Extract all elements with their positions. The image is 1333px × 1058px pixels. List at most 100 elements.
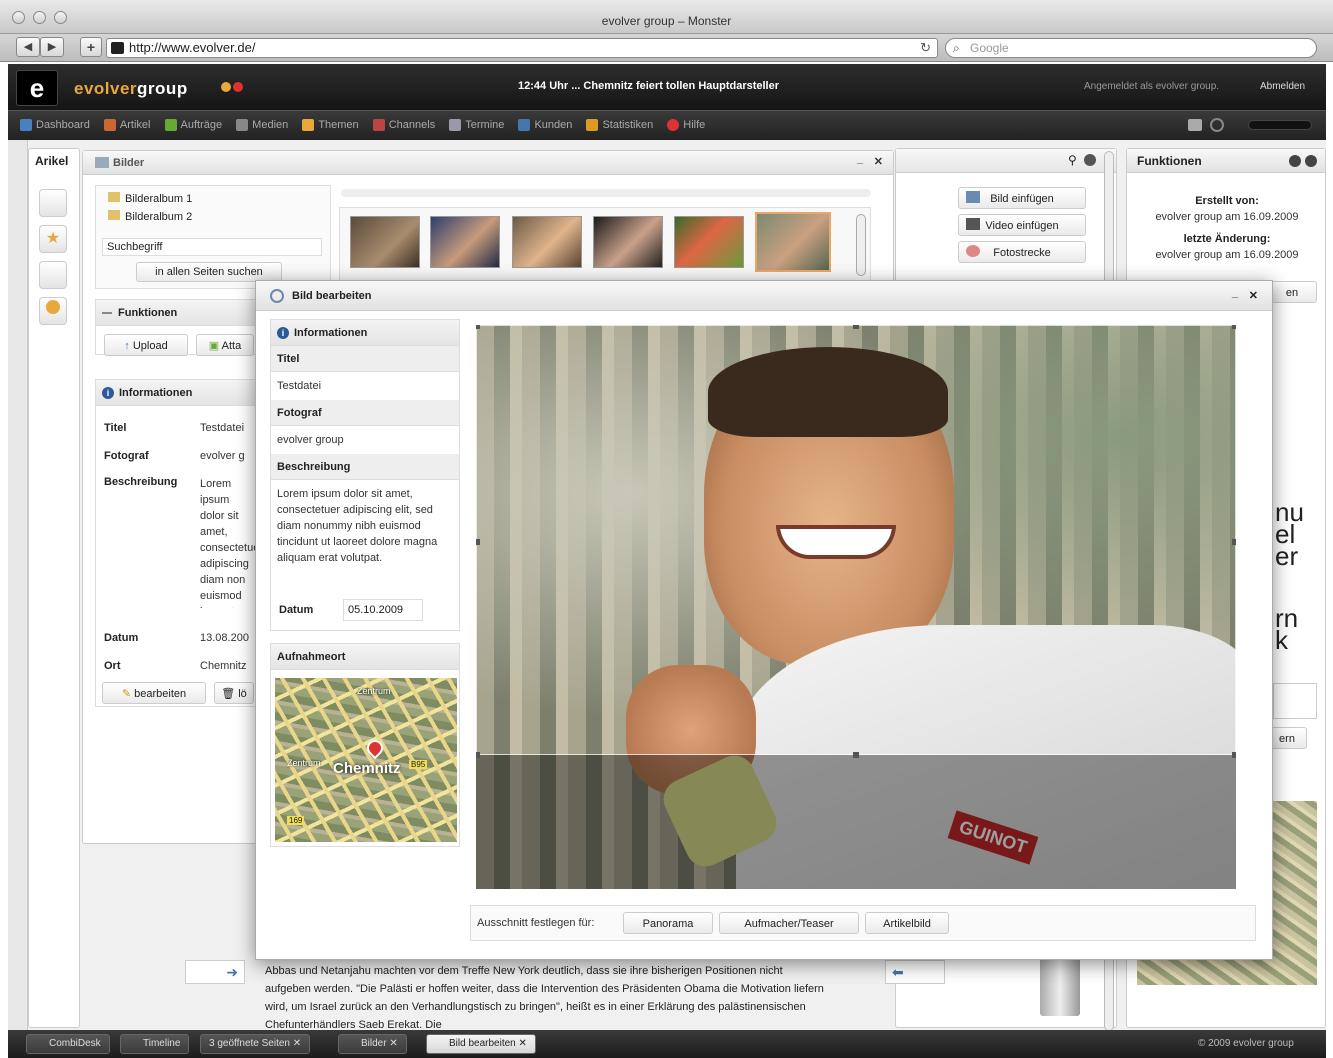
crop-handle[interactable] bbox=[476, 539, 480, 545]
album-item[interactable]: Bilderalbum 1 bbox=[108, 192, 192, 205]
crop-handle[interactable] bbox=[476, 752, 480, 758]
album-search-input[interactable]: Suchbegriff bbox=[102, 238, 322, 256]
map-district-label: Zentrum bbox=[287, 758, 321, 768]
crop-handle[interactable] bbox=[1232, 539, 1236, 545]
album-item[interactable]: Bilderalbum 2 bbox=[108, 210, 192, 223]
crop-teaser-button[interactable]: Aufmacher/Teaser bbox=[719, 912, 859, 934]
big-text-line: er bbox=[1275, 541, 1299, 571]
delete-button[interactable]: 🗑 lö bbox=[214, 682, 254, 704]
thumbnail-slider[interactable] bbox=[341, 189, 871, 197]
dashboard-shortcut-icon[interactable] bbox=[39, 189, 67, 217]
attach-button[interactable]: ▣ Atta bbox=[196, 334, 254, 356]
minimize-panel-icon[interactable]: _ bbox=[857, 153, 863, 165]
menu-label: Medien bbox=[252, 119, 289, 131]
url-input[interactable]: http://www.evolver.de/ ↻ bbox=[106, 38, 938, 58]
collapse-icon[interactable] bbox=[1289, 155, 1301, 167]
minimize-dialog-icon[interactable]: _ bbox=[1232, 287, 1238, 299]
pin-icon[interactable]: ⚲ bbox=[1068, 153, 1077, 167]
themen-icon bbox=[302, 119, 315, 132]
menu-statistiken[interactable]: Statistiken bbox=[586, 119, 653, 132]
crop-selection[interactable] bbox=[476, 325, 1236, 755]
image-insert-icon bbox=[966, 191, 980, 203]
fotograf-label: Fotograf bbox=[271, 400, 459, 426]
titel-value[interactable]: Testdatei bbox=[271, 372, 459, 400]
smiley-icon[interactable] bbox=[39, 297, 67, 325]
reload-icon[interactable]: ↻ bbox=[920, 39, 931, 57]
location-map[interactable]: Chemnitz Zentrum Zentrum B95 169 bbox=[275, 678, 457, 842]
search-icon: ⌕ bbox=[953, 41, 960, 55]
menu-dashboard[interactable]: Dashboard bbox=[20, 119, 90, 132]
datum-input[interactable]: 05.10.2009 bbox=[343, 599, 423, 621]
task-open-pages[interactable]: 3 geöffnete Seiten ✕ bbox=[200, 1034, 311, 1054]
menu-label: Termine bbox=[465, 119, 505, 131]
add-bookmark-button[interactable]: + bbox=[80, 37, 102, 57]
menu-channels[interactable]: Channels bbox=[372, 119, 435, 132]
task-bild-bearbeiten[interactable]: Bild bearbeiten ✕ bbox=[426, 1034, 536, 1054]
upload-button[interactable]: ↑ Upload bbox=[104, 334, 188, 356]
task-bilder[interactable]: Bilder ✕ bbox=[338, 1034, 407, 1054]
fotograf-value[interactable]: evolver group bbox=[271, 426, 459, 454]
crop-handle[interactable] bbox=[853, 325, 859, 329]
thumbnail-scrollbar[interactable] bbox=[856, 214, 866, 276]
logout-link[interactable]: Abmelden bbox=[1260, 81, 1305, 92]
forward-button[interactable]: ▶ bbox=[40, 37, 64, 57]
created-label: Erstellt von: bbox=[1195, 195, 1259, 207]
article-panel-title: Arikel bbox=[35, 154, 69, 168]
thumbnail-image[interactable] bbox=[674, 216, 744, 268]
windows-icon[interactable] bbox=[1188, 119, 1202, 131]
menu-kunden[interactable]: Kunden bbox=[518, 119, 572, 132]
task-timeline[interactable]: Timeline bbox=[120, 1034, 190, 1054]
info-value: 13.08.200 bbox=[200, 632, 249, 644]
task-close-icon[interactable]: ✕ bbox=[293, 1038, 301, 1049]
crop-handle[interactable] bbox=[476, 325, 480, 329]
task-combidesk[interactable]: CombiDesk bbox=[26, 1034, 110, 1054]
partial-button-2[interactable]: ern bbox=[1267, 727, 1307, 749]
thumbnail-image[interactable] bbox=[430, 216, 500, 268]
edit-button[interactable]: ✎ bearbeiten bbox=[102, 682, 206, 704]
beschreibung-value[interactable]: Lorem ipsum dolor sit amet, consectetuer… bbox=[271, 480, 459, 586]
menu-medien[interactable]: Medien bbox=[236, 119, 289, 132]
close-circle-icon[interactable] bbox=[1305, 155, 1317, 167]
star-icon[interactable]: ★ bbox=[39, 225, 67, 253]
arrow-right-icon[interactable]: ➜ bbox=[185, 960, 245, 984]
menu-artikel[interactable]: Artikel bbox=[103, 119, 150, 132]
auftraege-icon bbox=[164, 119, 177, 132]
datum-label: Datum bbox=[279, 604, 314, 616]
menu-hilfe[interactable]: Hilfe bbox=[667, 119, 705, 132]
close-circle-icon[interactable] bbox=[1084, 154, 1096, 166]
crop-handle[interactable] bbox=[853, 752, 859, 758]
close-dialog-icon[interactable]: ✕ bbox=[1249, 289, 1258, 302]
thumbnail-image-selected[interactable] bbox=[755, 212, 831, 272]
quick-search-input[interactable] bbox=[1248, 120, 1312, 130]
search-input[interactable]: ⌕ Google bbox=[945, 38, 1317, 58]
partial-button[interactable]: en bbox=[1267, 281, 1317, 303]
dialog-info-title: Informationen bbox=[294, 327, 368, 339]
crop-article-image-button[interactable]: Artikelbild bbox=[865, 912, 949, 934]
gear-icon[interactable] bbox=[1210, 118, 1224, 132]
thumbnail-image[interactable] bbox=[512, 216, 582, 268]
evolver-logo[interactable]: e bbox=[16, 70, 58, 106]
crop-panorama-button[interactable]: Panorama bbox=[623, 912, 713, 934]
menu-auftraege[interactable]: Aufträge bbox=[164, 119, 222, 132]
thumbnail-image[interactable] bbox=[593, 216, 663, 268]
photo-canvas[interactable]: GUINOT bbox=[476, 325, 1236, 889]
video-insert-icon bbox=[966, 218, 980, 230]
partial-textarea[interactable] bbox=[1273, 683, 1317, 719]
trash-can-icon[interactable] bbox=[1040, 958, 1080, 1016]
close-panel-icon[interactable]: ✕ bbox=[874, 155, 883, 168]
menu-themen[interactable]: Themen bbox=[302, 119, 359, 132]
tools-icon[interactable] bbox=[39, 261, 67, 289]
thumbnail-image[interactable] bbox=[350, 216, 420, 268]
task-close-icon[interactable]: ✕ bbox=[389, 1038, 397, 1049]
back-button[interactable]: ◀ bbox=[16, 37, 40, 57]
search-all-pages-button[interactable]: in allen Seiten suchen bbox=[136, 262, 282, 282]
crop-handle[interactable] bbox=[1232, 752, 1236, 758]
news-ticker[interactable]: 12:44 Uhr ... Chemnitz feiert tollen Hau… bbox=[518, 80, 779, 92]
crop-shade-bottom bbox=[476, 755, 1236, 889]
arrow-left-icon[interactable]: ⬅ bbox=[885, 960, 945, 984]
task-label: Timeline bbox=[143, 1038, 181, 1049]
titel-label: Titel bbox=[271, 346, 459, 372]
task-close-icon[interactable]: ✕ bbox=[519, 1038, 527, 1049]
menu-termine[interactable]: Termine bbox=[449, 119, 505, 132]
crop-handle[interactable] bbox=[1232, 325, 1236, 329]
